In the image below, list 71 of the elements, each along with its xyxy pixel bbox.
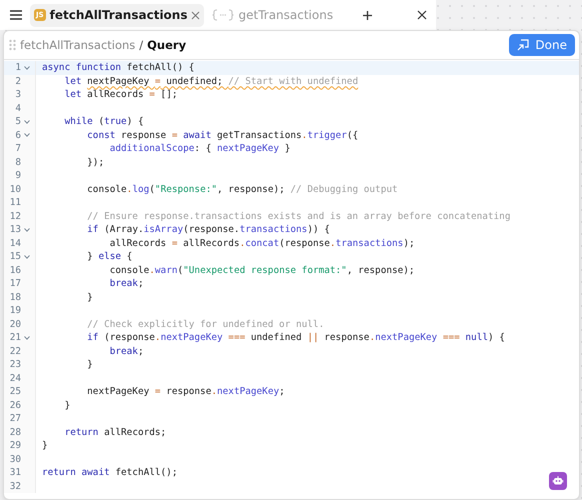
code-line: nextPageKey = response.nextPageKey; [86, 385, 285, 398]
code-line: } else { [86, 250, 132, 264]
code-line: // Ensure response.transactions exists and is an array before concatenating [86, 210, 510, 223]
line-number: 12 [8, 210, 21, 223]
line-number: 5 [14, 115, 21, 128]
fold-chevron-icon[interactable] [24, 254, 30, 259]
code-line: } [86, 290, 93, 304]
line-number: 8 [14, 156, 21, 169]
code-line: }); [86, 156, 104, 169]
robot-icon[interactable] [549, 472, 567, 490]
collapse-icon [517, 39, 530, 51]
fold-chevron-icon[interactable] [24, 120, 30, 124]
code-line: } [86, 358, 93, 372]
line-number: 20 [8, 318, 21, 331]
code-line: let nextPageKey = undefined; // Start with undefined [64, 74, 358, 88]
code-line: // Check explicitly for undefined or null. [86, 318, 324, 331]
code-line: if (Array.isArray(response.transactions)) { [86, 223, 330, 236]
braces-icon [212, 9, 234, 21]
fold-chevron-icon[interactable] [24, 66, 30, 70]
line-number: 27 [8, 412, 21, 426]
line-number: 19 [8, 304, 21, 318]
breadcrumb-link[interactable]: fetchAllTransactions [20, 38, 136, 52]
line-number: 10 [8, 182, 21, 196]
code-line: return await fetchAll(); [41, 466, 178, 480]
code-line: console.warn("Unexpected response format:", response); [108, 264, 415, 277]
fold-chevron-icon[interactable] [24, 133, 30, 138]
breadcrumb-current: Query [147, 38, 186, 52]
code-line: return allRecords; [64, 426, 166, 439]
line-number: 16 [8, 264, 21, 277]
line-number: 1 [14, 61, 21, 74]
line-number: 3 [14, 88, 21, 102]
drag-handle-icon[interactable] [9, 39, 16, 51]
editor-tab[interactable]: getTransactions [208, 4, 338, 26]
line-number: 31 [8, 466, 21, 480]
line-number: 17 [8, 277, 21, 290]
line-number: 14 [8, 236, 21, 250]
fold-chevron-icon[interactable] [24, 336, 30, 340]
code-line: while (true) { [64, 115, 144, 128]
done-button[interactable]: Done [509, 34, 575, 56]
code-line: } [41, 439, 48, 452]
code-line: additionalScope: { nextPageKey } [108, 142, 290, 156]
line-number: 2 [14, 74, 21, 88]
fold-chevron-icon[interactable] [24, 228, 30, 232]
code-line: async function fetchAll() { [41, 61, 194, 74]
code-line: const response = await getTransactions.trigger({ [86, 128, 358, 142]
line-number: 22 [8, 344, 21, 358]
code-line: console.log("Response:", response); // Debugging output [86, 182, 398, 196]
line-number: 23 [8, 358, 21, 372]
line-number: 26 [8, 398, 21, 412]
line-number: 4 [14, 102, 21, 115]
line-number: 15 [8, 250, 21, 264]
code-line: break; [108, 277, 144, 290]
code-line: } [64, 398, 70, 412]
code-line: break; [108, 344, 144, 358]
line-number: 24 [8, 372, 21, 385]
line-number: 7 [14, 142, 21, 156]
code-line: let allRecords = []; [64, 88, 178, 102]
line-number: 25 [8, 385, 21, 398]
line-number: 6 [14, 128, 21, 142]
breadcrumb-separator: / [139, 38, 144, 52]
line-number: 9 [14, 169, 21, 182]
code-line: if (response.nextPageKey === undefined || response.nextPageKey === null) { [86, 331, 505, 344]
line-number: 18 [8, 290, 21, 304]
line-number: 21 [8, 331, 21, 344]
line-number: 32 [8, 480, 21, 493]
line-number: 11 [8, 196, 21, 210]
line-number: 30 [8, 452, 21, 466]
code-line: allRecords = allRecords.concat(response.transactions); [108, 236, 415, 250]
line-number: 13 [8, 223, 21, 236]
line-number: 28 [8, 426, 21, 439]
line-number: 29 [8, 439, 21, 452]
